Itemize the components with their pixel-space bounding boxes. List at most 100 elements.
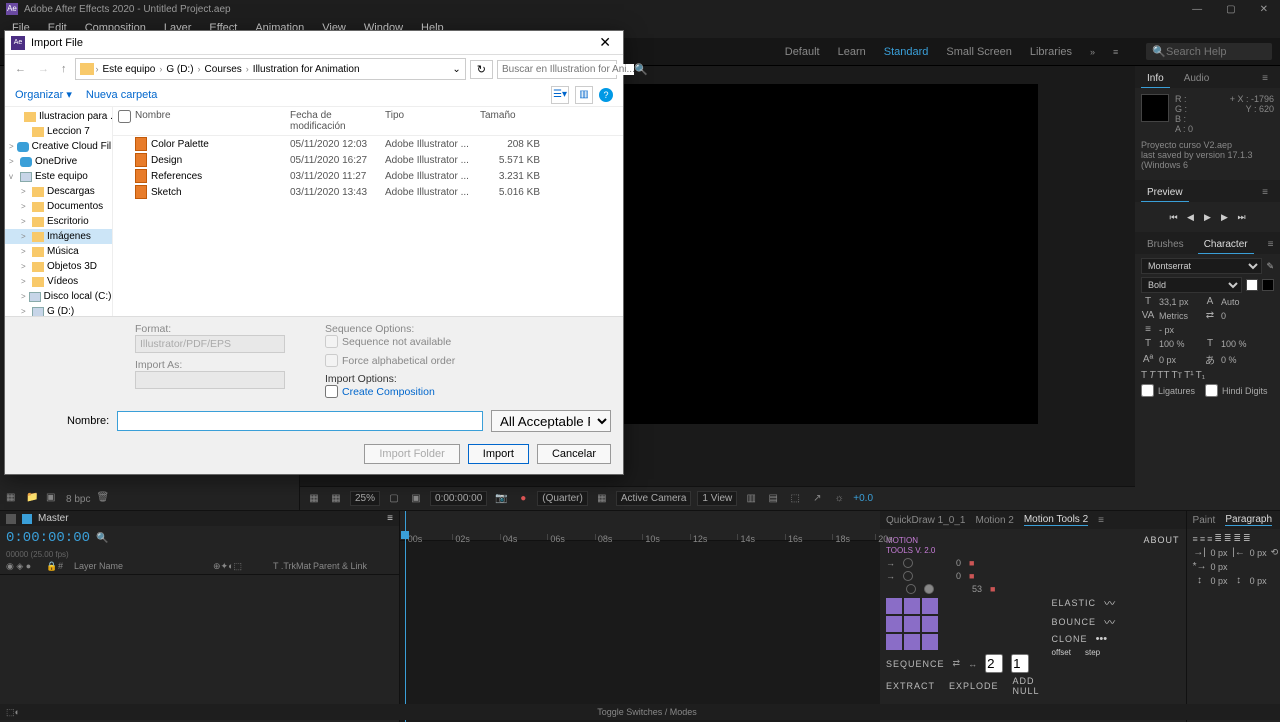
minimize-button[interactable]: —	[1186, 4, 1208, 15]
font-select[interactable]: Montserrat	[1141, 258, 1262, 274]
align-left-icon[interactable]: ≡	[1193, 534, 1198, 544]
comp-icon[interactable]	[22, 514, 32, 524]
close-window-button[interactable]: ✕	[1254, 4, 1274, 15]
nav-forward-icon[interactable]: →	[34, 61, 53, 77]
col-header-name[interactable]: Nombre	[135, 110, 290, 132]
maximize-button[interactable]: ▢	[1220, 4, 1241, 15]
bold-button[interactable]: T	[1141, 370, 1147, 381]
camera-select[interactable]: Active Camera	[616, 491, 692, 506]
transparency-icon[interactable]: ▦	[594, 491, 610, 507]
search-icon[interactable]: 🔍	[96, 533, 108, 544]
align-center-icon[interactable]: ≡	[1200, 534, 1205, 544]
timeline-timecode[interactable]: 0:00:00:00	[6, 530, 90, 546]
fill-swatch[interactable]	[1246, 279, 1258, 291]
playhead[interactable]	[405, 511, 406, 722]
grid-icon[interactable]: ▦	[328, 491, 344, 507]
remove-icon[interactable]: ■	[969, 558, 974, 568]
panel-menu-icon[interactable]: ≡	[1098, 515, 1104, 526]
extract-button[interactable]: EXTRACT	[886, 681, 935, 691]
justify-all-icon[interactable]: ≣	[1243, 533, 1251, 544]
tree-item[interactable]: Ilustracion para ...	[5, 109, 112, 124]
exposure-value[interactable]: +0.0	[853, 493, 873, 504]
trash-icon[interactable]: 🗑	[96, 492, 110, 506]
organize-menu[interactable]: Organizar ▾	[15, 88, 72, 101]
tree-item[interactable]: >Descargas	[5, 184, 112, 199]
kerning-value[interactable]: Metrics	[1159, 311, 1199, 321]
tab-quickdraw[interactable]: QuickDraw 1_0_1	[886, 515, 965, 526]
folder-search[interactable]: 🔍	[497, 60, 617, 79]
create-comp-checkbox[interactable]	[325, 385, 338, 398]
import-button[interactable]: Import	[468, 444, 529, 464]
radio-icon[interactable]	[906, 584, 916, 594]
panel-menu-icon[interactable]: ≡	[1256, 184, 1274, 202]
panel-menu-icon[interactable]: ≡	[1262, 236, 1280, 254]
select-all-checkbox[interactable]	[118, 110, 131, 123]
cancel-button[interactable]: Cancelar	[537, 444, 611, 464]
breadcrumb[interactable]: ›Este equipo ›G (D:) ›Courses ›Illustrat…	[75, 58, 466, 80]
justify-right-icon[interactable]: ≣	[1233, 533, 1241, 544]
tab-character[interactable]: Character	[1198, 236, 1254, 254]
new-folder-icon[interactable]: 📁	[26, 492, 40, 506]
arrow-right-icon[interactable]: →	[886, 558, 895, 568]
align-right-icon[interactable]: ≡	[1207, 534, 1212, 544]
file-row[interactable]: References03/11/2020 11:27Adobe Illustra…	[113, 168, 623, 184]
roi-icon[interactable]: ▣	[408, 491, 424, 507]
italic-button[interactable]: T	[1149, 370, 1155, 381]
nav-back-icon[interactable]: ←	[11, 61, 30, 77]
file-row[interactable]: Sketch03/11/2020 13:43Adobe Illustrator …	[113, 184, 623, 200]
share-icon[interactable]: ↗	[809, 491, 825, 507]
import-folder-button[interactable]: Import Folder	[364, 444, 459, 464]
hscale-value[interactable]: 100 %	[1221, 339, 1261, 349]
remove-icon[interactable]: ■	[969, 571, 974, 581]
tab-paint[interactable]: Paint	[1193, 515, 1216, 526]
resolution-icon[interactable]: ▢	[386, 491, 402, 507]
first-frame-icon[interactable]: ⏮	[1167, 210, 1181, 224]
radio-icon[interactable]	[924, 584, 934, 594]
hindi-checkbox[interactable]	[1205, 384, 1218, 397]
help-icon[interactable]: ?	[599, 88, 613, 102]
tree-item[interactable]: >Imágenes	[5, 229, 112, 244]
tree-item[interactable]: >Objetos 3D	[5, 259, 112, 274]
3d-icon[interactable]: ⬚	[787, 491, 803, 507]
new-comp-icon[interactable]: ▣	[46, 492, 60, 506]
quality-select[interactable]: (Quarter)	[537, 491, 588, 506]
channel-icon[interactable]: ●	[515, 491, 531, 507]
justify-center-icon[interactable]: ≣	[1224, 533, 1232, 544]
remove-icon[interactable]: ■	[990, 584, 995, 594]
tab-info[interactable]: Info	[1141, 70, 1170, 88]
interpret-icon[interactable]: ▦	[6, 492, 20, 506]
tab-motion-tools[interactable]: Motion Tools 2	[1024, 514, 1088, 526]
new-folder-button[interactable]: Nueva carpeta	[86, 89, 158, 101]
about-label[interactable]: ABOUT	[1052, 535, 1180, 545]
justify-left-icon[interactable]: ≣	[1214, 533, 1222, 544]
panel-menu-icon[interactable]: ≡	[1256, 70, 1274, 88]
preview-pane-icon[interactable]: ▥	[575, 86, 593, 104]
help-search[interactable]: 🔍	[1146, 43, 1272, 60]
tree-item[interactable]: >OneDrive	[5, 154, 112, 169]
tab-motion2[interactable]: Motion 2	[975, 515, 1013, 526]
dialog-close-button[interactable]: ✕	[593, 34, 617, 51]
ligatures-checkbox[interactable]	[1141, 384, 1154, 397]
allcaps-button[interactable]: TT	[1157, 370, 1169, 381]
stroke-swatch[interactable]	[1262, 279, 1274, 291]
bpc-label[interactable]: 8 bpc	[66, 494, 90, 505]
radio-icon[interactable]	[903, 558, 913, 568]
file-row[interactable]: Color Palette05/11/2020 12:03Adobe Illus…	[113, 136, 623, 152]
tab-menu-icon[interactable]: ≡	[387, 513, 393, 524]
timeline-tab[interactable]: Master	[38, 513, 69, 524]
col-header-type[interactable]: Tipo	[385, 110, 480, 132]
seq-input-b[interactable]	[1011, 654, 1029, 673]
tab-brushes[interactable]: Brushes	[1141, 236, 1190, 254]
tree-item[interactable]: vEste equipo	[5, 169, 112, 184]
folder-tree[interactable]: Ilustracion para ...Leccion 7>Creative C…	[5, 107, 113, 316]
workspace-menu-icon[interactable]: ≡	[1113, 47, 1118, 57]
prev-frame-icon[interactable]: ◀	[1184, 210, 1198, 224]
seq-icon[interactable]: ↔	[968, 659, 977, 669]
mask-icon[interactable]: ▦	[306, 491, 322, 507]
superscript-button[interactable]: T¹	[1184, 370, 1193, 381]
font-size-value[interactable]: 33,1 px	[1159, 297, 1199, 307]
fast-preview-icon[interactable]: ▤	[765, 491, 781, 507]
pixel-aspect-icon[interactable]: ▥	[743, 491, 759, 507]
stroke-value[interactable]: - px	[1159, 325, 1199, 335]
tree-item[interactable]: >G (D:)	[5, 304, 112, 316]
